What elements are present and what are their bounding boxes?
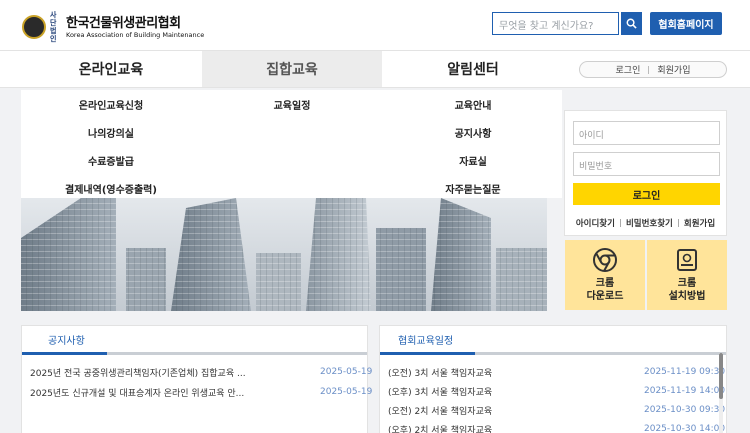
tab-schedule[interactable]: 협회교육일정 bbox=[380, 326, 479, 352]
login-button[interactable]: 로그인 bbox=[573, 183, 720, 205]
logo-seal-icon bbox=[22, 15, 46, 39]
nav-online-education[interactable]: 온라인교육 bbox=[21, 51, 201, 87]
account-links: 아이디찾기 비밀번호찾기 회원가입 bbox=[565, 215, 726, 231]
main-nav: 온라인교육 집합교육 알림센터 로그인 회원가입 bbox=[0, 50, 750, 88]
header: 사단 법인 한국건물위생관리협회 Korea Association of Bu… bbox=[0, 0, 750, 50]
divider bbox=[648, 65, 650, 74]
chrome-install-label-2: 설치방법 bbox=[668, 291, 706, 302]
buildings-illustration bbox=[21, 198, 547, 311]
signup-link[interactable]: 회원가입 bbox=[657, 63, 690, 76]
login-signup-pill: 로그인 회원가입 bbox=[579, 61, 727, 78]
notice-title: 2025년 전국 공중위생관리책임자(기존업체) 집합교육 ... bbox=[30, 368, 246, 379]
install-guide-icon bbox=[677, 249, 697, 271]
schedule-board: 협회교육일정 (오전) 3치 서울 책임자교육 2025-11-19 09:30… bbox=[379, 325, 727, 433]
nav-group-education[interactable]: 집합교육 bbox=[202, 51, 382, 87]
tab-notice[interactable]: 공지사항 bbox=[22, 326, 111, 352]
submenu-item[interactable]: 교육안내 bbox=[383, 90, 563, 118]
notice-title: 2025년도 신규개설 및 대표승계자 온라인 위생교육 안... bbox=[30, 388, 245, 399]
submenu-item[interactable]: 수료증발급 bbox=[21, 146, 201, 174]
nav-notice-center[interactable]: 알림센터 bbox=[383, 51, 563, 87]
logo-tag: 사단 법인 bbox=[50, 11, 57, 43]
schedule-scrollbar-thumb[interactable] bbox=[719, 353, 723, 399]
list-item[interactable]: (오후) 2치 서울 책임자교육 2025-10-30 14:00 bbox=[388, 420, 725, 433]
list-item[interactable]: (오전) 2치 서울 책임자교육 2025-10-30 09:30 bbox=[388, 401, 725, 419]
submenu-group-education: 교육일정 bbox=[202, 90, 382, 198]
chrome-download-label-2: 다운로드 bbox=[586, 291, 624, 302]
submenu-item[interactable]: 공지사항 bbox=[383, 118, 563, 146]
submenu-online-education: 온라인교육신청 나의강의실 수료증발급 결제내역(영수증출력) bbox=[21, 90, 201, 198]
schedule-date: 2025-10-30 14:00 bbox=[644, 424, 726, 433]
schedule-date: 2025-10-30 09:30 bbox=[644, 405, 726, 415]
schedule-title: (오전) 3치 서울 책임자교육 bbox=[388, 368, 493, 379]
submenu-item[interactable]: 자료실 bbox=[383, 146, 563, 174]
schedule-title: (오후) 3치 서울 책임자교육 bbox=[388, 387, 493, 398]
chrome-download-label-1: 크롬 bbox=[595, 278, 615, 289]
find-id-link[interactable]: 아이디찾기 bbox=[576, 217, 615, 229]
schedule-title: (오후) 2치 서울 책임자교육 bbox=[388, 425, 493, 433]
tab-underline-active bbox=[380, 352, 475, 355]
search-button[interactable] bbox=[621, 12, 642, 35]
notice-date: 2025-05-19 bbox=[320, 387, 373, 397]
notice-date: 2025-05-19 bbox=[320, 367, 373, 377]
submenu-item[interactable]: 교육일정 bbox=[202, 90, 382, 118]
list-item[interactable]: 2025년 전국 공중위생관리책임자(기존업체) 집합교육 ... 2025-0… bbox=[30, 363, 372, 381]
chrome-download-button[interactable]: 크롬 다운로드 bbox=[565, 240, 645, 310]
logo[interactable]: 사단 법인 한국건물위생관리협회 Korea Association of Bu… bbox=[22, 11, 204, 43]
submenu-item[interactable]: 온라인교육신청 bbox=[21, 90, 201, 118]
chrome-install-label-1: 크롬 bbox=[677, 278, 697, 289]
association-home-button[interactable]: 협회홈페이지 bbox=[650, 12, 722, 35]
logo-subtitle: Korea Association of Building Maintenanc… bbox=[66, 30, 205, 39]
tab-underline-active bbox=[22, 352, 107, 355]
chrome-install-guide-button[interactable]: 크롬 설치방법 bbox=[647, 240, 727, 310]
find-password-link[interactable]: 비밀번호찾기 bbox=[626, 217, 673, 229]
logo-title: 한국건물위생관리협회 bbox=[66, 15, 181, 31]
page: 사단 법인 한국건물위생관리협회 Korea Association of Bu… bbox=[0, 0, 750, 433]
logo-texts: 한국건물위생관리협회 Korea Association of Building… bbox=[66, 16, 204, 39]
submenu-item[interactable]: 나의강의실 bbox=[21, 118, 201, 146]
user-id-input[interactable]: 아이디 bbox=[573, 121, 720, 145]
submenu-notice-center: 교육안내 공지사항 자료실 자주묻는질문 bbox=[383, 90, 563, 198]
list-item[interactable]: (오전) 3치 서울 책임자교육 2025-11-19 09:30 bbox=[388, 363, 725, 381]
list-item[interactable]: (오후) 3치 서울 책임자교육 2025-11-19 14:00 bbox=[388, 382, 725, 400]
schedule-title: (오전) 2치 서울 책임자교육 bbox=[388, 406, 493, 417]
list-item[interactable]: 2025년도 신규개설 및 대표승계자 온라인 위생교육 안... 2025-0… bbox=[30, 383, 372, 401]
divider bbox=[619, 219, 621, 227]
divider bbox=[677, 219, 679, 227]
main-banner-image bbox=[21, 198, 547, 311]
login-panel: 아이디 비밀번호 로그인 아이디찾기 비밀번호찾기 회원가입 bbox=[564, 110, 727, 236]
schedule-date: 2025-11-19 09:30 bbox=[644, 367, 726, 377]
dropdown-submenu: 온라인교육신청 나의강의실 수료증발급 결제내역(영수증출력) 교육일정 교육안… bbox=[21, 90, 562, 198]
search-icon bbox=[626, 18, 637, 29]
schedule-date: 2025-11-19 14:00 bbox=[644, 386, 726, 396]
notice-board: 공지사항 2025년 전국 공중위생관리책임자(기존업체) 집합교육 ... 2… bbox=[21, 325, 372, 433]
login-link[interactable]: 로그인 bbox=[616, 63, 641, 76]
search-input[interactable]: 무엇을 찾고 계신가요? bbox=[492, 12, 619, 35]
password-input[interactable]: 비밀번호 bbox=[573, 152, 720, 176]
chrome-icon bbox=[593, 248, 617, 272]
signup-link[interactable]: 회원가입 bbox=[684, 217, 715, 229]
